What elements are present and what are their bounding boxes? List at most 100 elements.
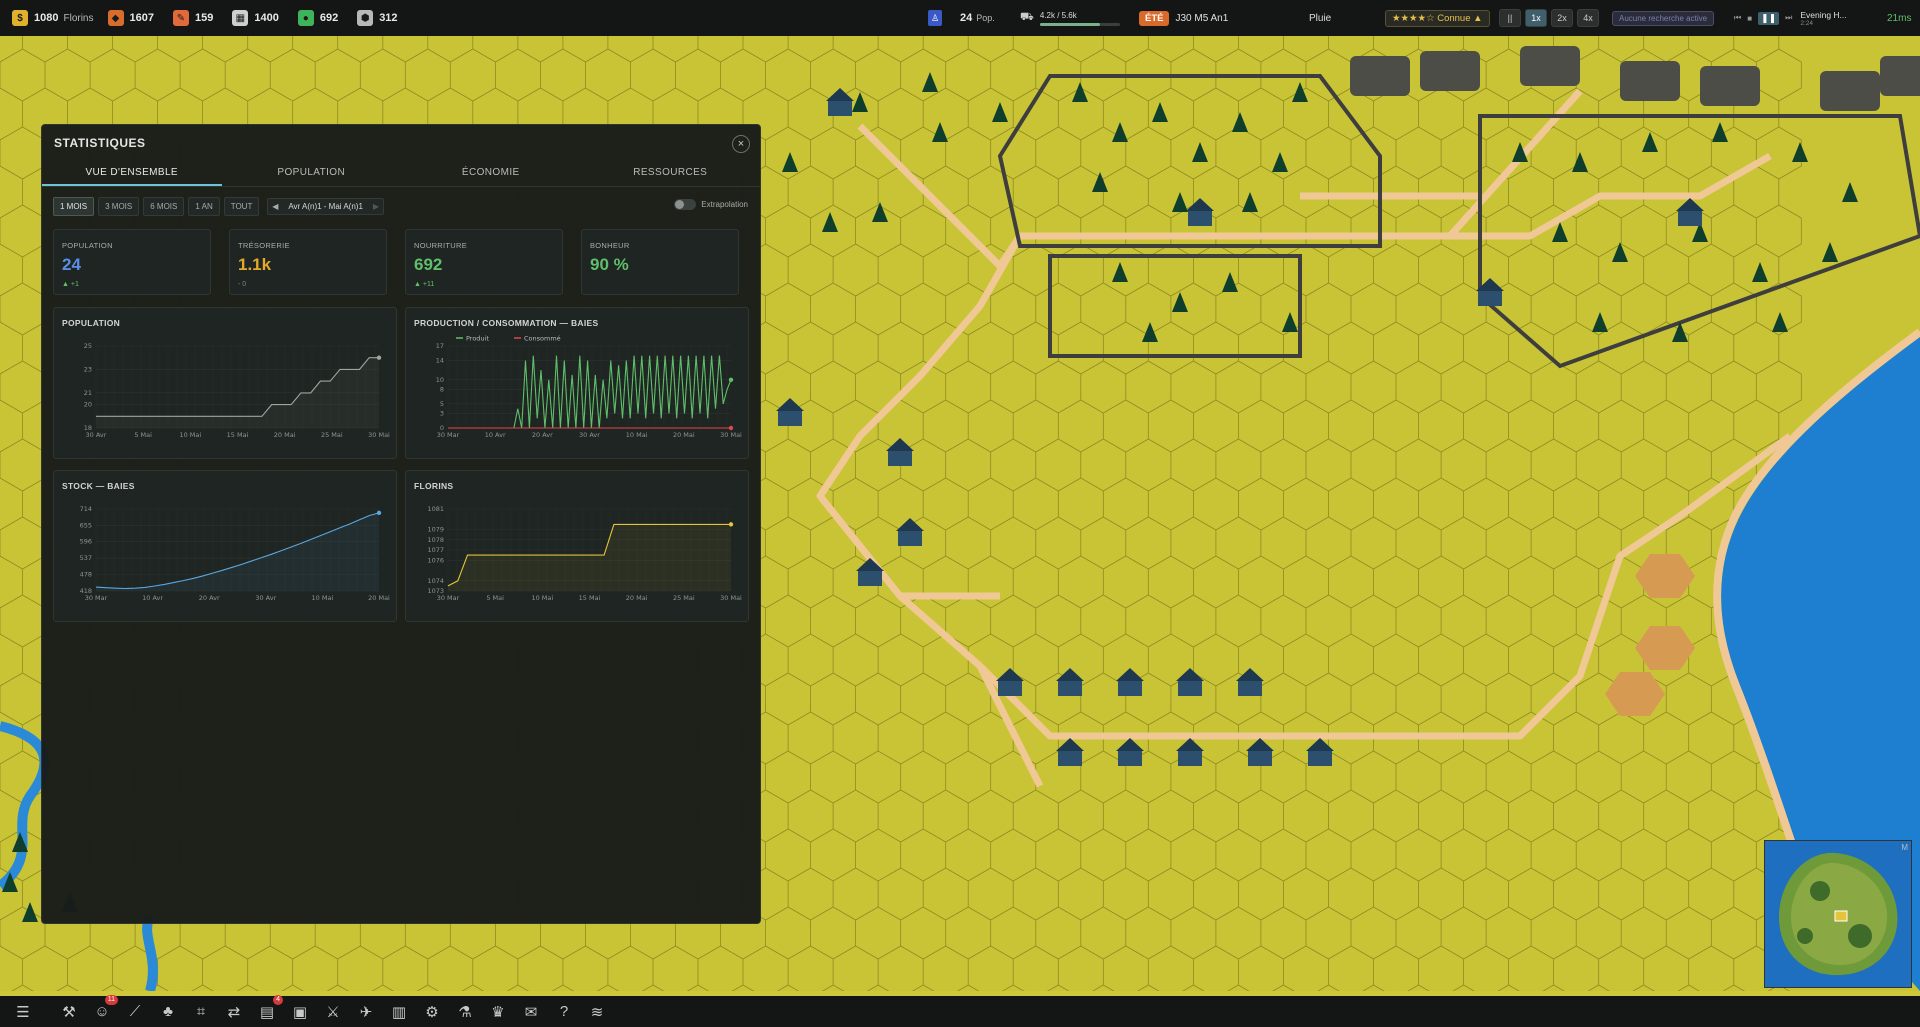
citizens-button[interactable]: ☺ 11 (89, 994, 118, 1025)
chart-title: PRODUCTION / CONSOMMATION — BAIES (414, 318, 599, 328)
x-tick-label: 5 Mai (486, 594, 504, 602)
storage-button[interactable]: ▣ (287, 999, 313, 1025)
minimap-canvas[interactable] (1765, 841, 1911, 987)
trophy-button[interactable]: ♛ (485, 999, 511, 1025)
previous-period-icon[interactable]: ◀ (268, 202, 282, 211)
farm-button[interactable]: ⌗ (188, 999, 214, 1025)
range-button[interactable]: TOUT (223, 197, 260, 216)
next-track-icon[interactable]: ⏭ (1785, 13, 1792, 23)
stop-icon[interactable]: ■ (1747, 14, 1752, 23)
series-end-point (728, 377, 734, 382)
y-tick-label: 23 (84, 365, 92, 373)
build-button[interactable]: ⚒ (56, 999, 82, 1025)
range-button[interactable]: 1 AN (188, 197, 220, 216)
stat-card-treasury: TRÉSORERIE 1.1k - 0 (229, 229, 387, 295)
wall-icon: ▥ (391, 1003, 407, 1021)
build-icon: ⚒ (62, 1003, 76, 1021)
x-tick-label: 15 Mai (227, 431, 249, 439)
tech-button[interactable]: ⚗ (452, 999, 478, 1025)
help-icon: ? (559, 1003, 569, 1020)
next-period-icon[interactable]: ▶ (369, 202, 383, 211)
resource-stone[interactable]: ▦ 1400 (232, 10, 291, 26)
card-label: BONHEUR (590, 241, 630, 250)
storage-bar (1039, 22, 1120, 26)
resource-metal[interactable]: ⬢ 312 (357, 10, 410, 26)
house (1188, 210, 1212, 226)
speed-1x-button[interactable]: 1x (1525, 9, 1547, 27)
play-pause-icon[interactable]: ❚❚ (1758, 11, 1780, 25)
book-button[interactable]: ▤ 4 (254, 994, 283, 1025)
book-icon: ▤ (259, 1003, 275, 1021)
extrapolation-toggle[interactable]: Extrapolation (674, 199, 748, 210)
tree (1112, 122, 1128, 142)
resource-value: 692 (319, 12, 339, 24)
weather-indicator: Pluie (1309, 0, 1331, 36)
resource-food[interactable]: ● 692 (297, 10, 351, 26)
florins-chart: FLORINS 1073 1074 1076 1077 1078 1079 1081 30 M… (405, 470, 749, 622)
production-consumption-plot: 035810141730 Mar 10 Avr 20 Avr 30 Avr 10 Mai… (436, 335, 742, 440)
population-chart: POPULATION 18 20 21 23 25 30 Avr 5 Mai 10 Mai 15… (53, 307, 397, 459)
close-button[interactable]: × (732, 135, 750, 153)
x-tick-label: 30 Avr (579, 431, 600, 439)
bird-button[interactable]: ✈ (353, 999, 379, 1025)
house-roof (1116, 738, 1144, 751)
range-button[interactable]: 3 MOIS (98, 197, 140, 216)
range-button[interactable]: 1 MOIS (53, 197, 95, 216)
tree (992, 102, 1008, 122)
resource-value: 312 (379, 12, 398, 24)
stat-card-food: NOURRITURE 692 ▲ +11 (405, 229, 563, 295)
stock-chart-plot: 41847853759665571430 Mar 10 Avr 20 Avr 30 A… (80, 505, 390, 602)
minimap-toggle-icon[interactable]: M (1901, 843, 1908, 852)
tree (1152, 102, 1168, 122)
speed-2x-button[interactable]: 2x (1551, 9, 1573, 27)
resource-tools[interactable]: ✎ 159 (172, 10, 226, 26)
road-button[interactable]: ⟋ (122, 999, 148, 1025)
statistics-panel: STATISTIQUES × VUE D'ENSEMBLE POPULATION É… (41, 124, 761, 924)
settings-button[interactable]: ⚙ (419, 999, 445, 1025)
military-button[interactable]: ⚔ (320, 999, 346, 1025)
resource-florins[interactable]: $ 1080 Florins (12, 10, 102, 26)
layers-button[interactable]: ≋ (584, 999, 610, 1025)
series-end-point (376, 355, 382, 360)
toggle-switch[interactable] (674, 199, 697, 210)
menu-icon: ☰ (16, 1003, 30, 1021)
tree (1272, 152, 1288, 172)
x-tick-label: 15 Mai (579, 594, 601, 602)
tab-economy[interactable]: ÉCONOMIE (401, 159, 581, 186)
season-date: ÉTÉ J30 M5 An1 (1139, 0, 1228, 36)
tab-population[interactable]: POPULATION (222, 159, 402, 186)
tree (1592, 312, 1608, 332)
previous-track-icon[interactable]: ⏮ (1734, 13, 1741, 23)
population-indicator[interactable]: ♙ 24 Pop. (928, 0, 995, 36)
x-tick-label: 20 Mai (274, 431, 296, 439)
tree-button[interactable]: ♣ (155, 999, 181, 1025)
storage-indicator[interactable]: ⛟ 4.2k / 5.6k (1020, 0, 1120, 36)
pause-button[interactable]: || (1499, 9, 1521, 27)
y-tick-label: 1079 (427, 526, 444, 534)
speed-4x-button[interactable]: 4x (1577, 9, 1599, 27)
menu-button[interactable]: ☰ (10, 999, 36, 1025)
citizens-icon: ☺ (94, 1003, 110, 1020)
house (1238, 680, 1262, 696)
research-indicator[interactable]: Aucune recherche active (1612, 0, 1715, 36)
y-tick-label: 1081 (427, 505, 444, 513)
resource-value: 1607 (129, 12, 154, 24)
legend-label: Consommé (524, 335, 561, 343)
chat-button[interactable]: ✉ (518, 999, 544, 1025)
minimap[interactable]: M (1764, 840, 1912, 988)
military-icon: ⚔ (326, 1003, 340, 1021)
tab-resources[interactable]: RESSOURCES (581, 159, 761, 186)
wall-button[interactable]: ▥ (386, 999, 412, 1025)
resource-wood[interactable]: ◆ 1607 (107, 10, 167, 26)
y-tick-label: 1076 (427, 556, 444, 564)
range-button[interactable]: 6 MOIS (143, 197, 185, 216)
house-roof (826, 88, 854, 101)
y-tick-label: 1078 (427, 536, 444, 544)
trade-button[interactable]: ⇄ (221, 999, 247, 1025)
resource-list: $ 1080 Florins ◆ 1607 ✎ 159 ▦ 1400 ● 692 … (0, 10, 411, 26)
tree (1242, 192, 1258, 212)
tab-overview[interactable]: VUE D'ENSEMBLE (42, 159, 222, 186)
tree (1172, 292, 1188, 312)
help-button[interactable]: ? (551, 999, 577, 1025)
reputation-indicator[interactable]: ★★★★☆ Connue ▲ (1385, 0, 1490, 36)
